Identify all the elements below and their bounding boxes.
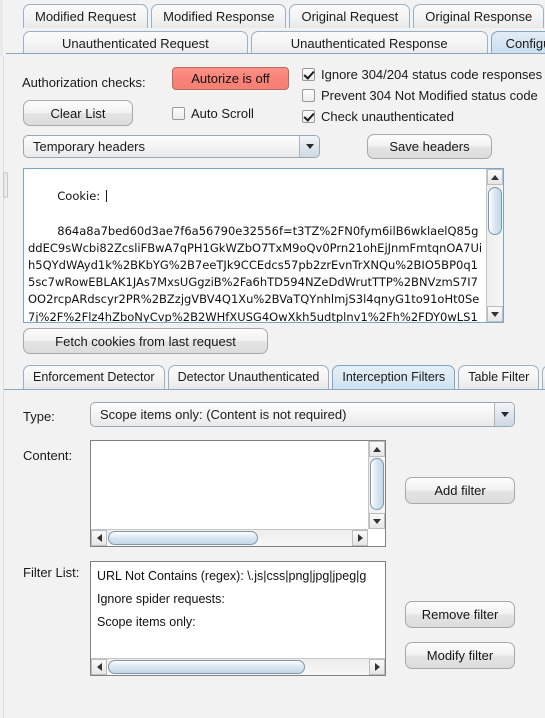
cookie-prefix: Cookie: <box>57 189 104 204</box>
chevron-down-icon[interactable] <box>299 136 319 157</box>
scrollbar-thumb[interactable] <box>488 187 502 235</box>
headers-textarea-content: Cookie: 864a8a7bed60d3ae7f6a56790e32556f… <box>28 171 483 323</box>
configuration-panel: Authorization checks: Autorize is off Cl… <box>3 56 545 718</box>
filter-list[interactable]: URL Not Contains (regex): \.js|css|png|j… <box>90 561 386 676</box>
scroll-down-icon[interactable] <box>369 513 385 529</box>
headers-textarea[interactable]: Cookie: 864a8a7bed60d3ae7f6a56790e32556f… <box>23 168 504 323</box>
scroll-left-icon[interactable] <box>91 530 107 546</box>
checkbox-checked-icon <box>302 110 315 123</box>
save-headers-button[interactable]: Save headers <box>367 134 492 159</box>
subtab-detector-unauthenticated[interactable]: Detector Unauthenticated <box>167 365 330 389</box>
filter-list-label: Filter List: <box>23 565 80 580</box>
checkbox-box-icon <box>172 107 185 120</box>
scroll-down-icon[interactable] <box>487 306 503 322</box>
check-unauthenticated-label: Check unauthenticated <box>321 109 454 124</box>
check-unauthenticated-checkbox[interactable]: Check unauthenticated <box>302 109 454 124</box>
authorization-checks-label: Authorization checks: <box>22 75 146 90</box>
add-filter-button[interactable]: Add filter <box>405 477 515 504</box>
fetch-cookies-button[interactable]: Fetch cookies from last request <box>23 328 268 354</box>
remove-filter-button[interactable]: Remove filter <box>405 601 515 628</box>
top-tab-row-2: Unauthenticated Request Unauthenticated … <box>23 29 545 55</box>
sub-tab-underline <box>4 389 545 392</box>
content-vertical-scrollbar[interactable] <box>368 441 385 529</box>
scrollbar-thumb[interactable] <box>108 660 305 674</box>
ignore-304-204-checkbox[interactable]: Ignore 304/204 status code responses <box>302 67 542 82</box>
modify-filter-button[interactable]: Modify filter <box>405 642 515 669</box>
tab-modified-response[interactable]: Modified Response <box>151 4 287 28</box>
ignore-304-204-label: Ignore 304/204 status code responses <box>321 67 543 82</box>
top-tab-row-1: Modified Request Modified Response Origi… <box>23 2 545 28</box>
headers-type-combobox[interactable]: Temporary headers <box>23 135 320 158</box>
autorize-toggle-button[interactable]: Autorize is off <box>172 67 289 90</box>
list-item[interactable]: Scope items only: <box>97 611 367 634</box>
scroll-right-icon[interactable] <box>369 659 385 675</box>
checkbox-box-icon <box>302 89 315 102</box>
headers-textarea-vertical-scrollbar[interactable] <box>486 169 503 322</box>
scroll-up-icon[interactable] <box>487 169 503 185</box>
tab-unauthenticated-request[interactable]: Unauthenticated Request <box>23 31 248 55</box>
filter-type-combobox[interactable]: Scope items only: (Content is not requir… <box>90 402 515 427</box>
content-label: Content: <box>23 448 73 463</box>
clear-list-button[interactable]: Clear List <box>23 100 133 126</box>
scroll-right-icon[interactable] <box>352 530 368 546</box>
filter-content-textarea[interactable] <box>90 440 386 547</box>
scroll-left-icon[interactable] <box>91 659 107 675</box>
subtab-enforcement-detector[interactable]: Enforcement Detector <box>23 365 165 389</box>
tab-unauthenticated-response[interactable]: Unauthenticated Response <box>250 31 488 55</box>
content-horizontal-scrollbar[interactable] <box>91 529 368 546</box>
auto-scroll-label: Auto Scroll <box>191 106 254 121</box>
filter-list-horizontal-scrollbar[interactable] <box>91 658 385 675</box>
filter-list-rows: URL Not Contains (regex): \.js|css|png|j… <box>97 565 367 634</box>
scrollbar-thumb[interactable] <box>108 531 258 545</box>
cookie-value: 864a8a7bed60d3ae7f6a56790e32556f=t3TZ%2F… <box>28 223 483 323</box>
prevent-304-checkbox[interactable]: Prevent 304 Not Modified status code <box>302 88 538 103</box>
prevent-304-label: Prevent 304 Not Modified status code <box>321 88 538 103</box>
subtab-table-filter[interactable]: Table Filter <box>458 365 540 389</box>
type-label: Type: <box>23 409 55 424</box>
text-caret <box>105 190 107 203</box>
filter-type-value: Scope items only: (Content is not requir… <box>100 407 347 422</box>
tab-original-request[interactable]: Original Request <box>289 4 411 28</box>
auto-scroll-checkbox[interactable]: Auto Scroll <box>172 106 254 121</box>
sub-tab-strip: Enforcement Detector Detector Unauthenti… <box>23 361 545 389</box>
list-item[interactable]: Ignore spider requests: <box>97 588 367 611</box>
subtab-interception-filters[interactable]: Interception Filters <box>332 365 456 389</box>
tab-configuration[interactable]: Configuration <box>490 31 545 55</box>
checkbox-checked-icon <box>302 68 315 81</box>
headers-type-value: Temporary headers <box>33 139 145 154</box>
autorize-configuration-window: Modified Request Modified Response Origi… <box>0 0 545 718</box>
tab-original-response[interactable]: Original Response <box>413 4 545 28</box>
tab-modified-request[interactable]: Modified Request <box>23 4 149 28</box>
split-pane-divider-handle[interactable] <box>3 172 8 198</box>
scroll-up-icon[interactable] <box>369 441 385 457</box>
scrollbar-thumb[interactable] <box>370 458 384 510</box>
chevron-down-icon[interactable] <box>494 403 514 426</box>
list-item[interactable]: URL Not Contains (regex): \.js|css|png|j… <box>97 565 367 588</box>
top-tab-strip: Modified Request Modified Response Origi… <box>0 0 545 57</box>
